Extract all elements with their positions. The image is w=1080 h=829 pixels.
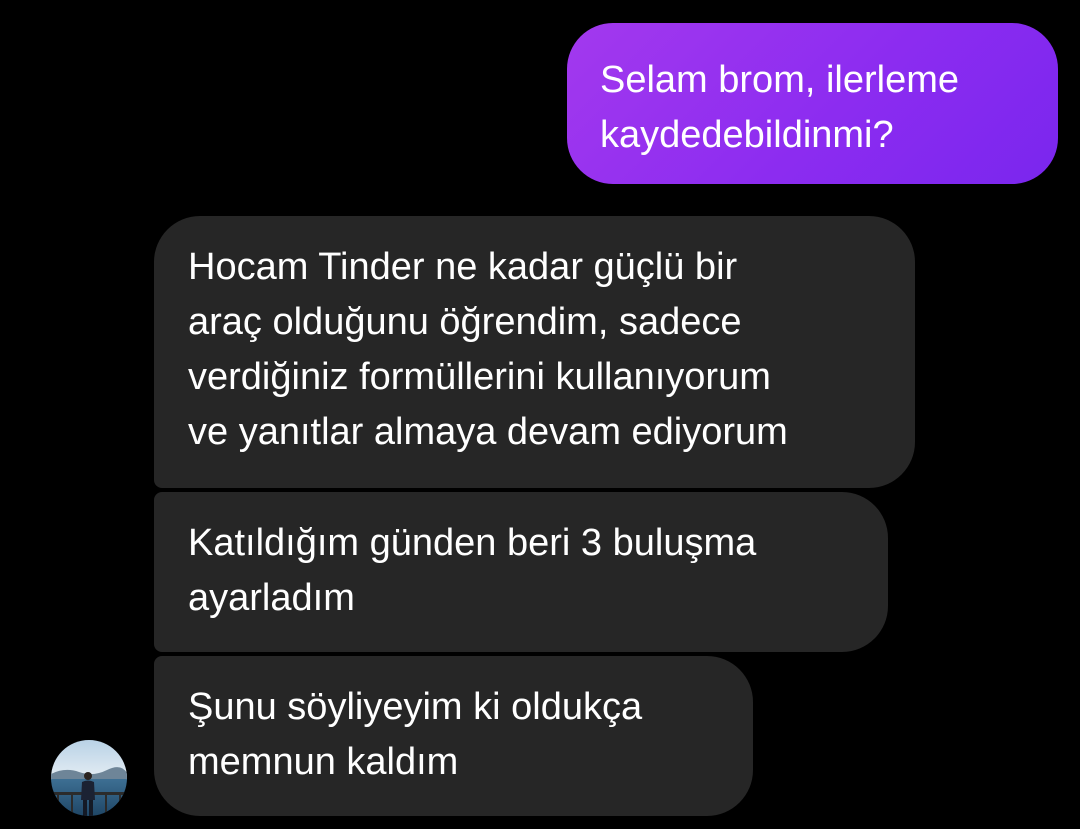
received-message-bubble[interactable]: Şunu söyliyeyim ki oldukça memnun kaldım bbox=[154, 656, 753, 816]
received-message-bubble[interactable]: Hocam Tinder ne kadar güçlü bir araç old… bbox=[154, 216, 915, 488]
received-message-bubble[interactable]: Katıldığım günden beri 3 buluşma ayarlad… bbox=[154, 492, 888, 652]
contact-avatar[interactable] bbox=[51, 740, 127, 816]
contact-avatar-photo-icon bbox=[51, 740, 127, 816]
sent-message-bubble[interactable]: Selam brom, ilerleme kaydedebildinmi? bbox=[567, 23, 1058, 184]
